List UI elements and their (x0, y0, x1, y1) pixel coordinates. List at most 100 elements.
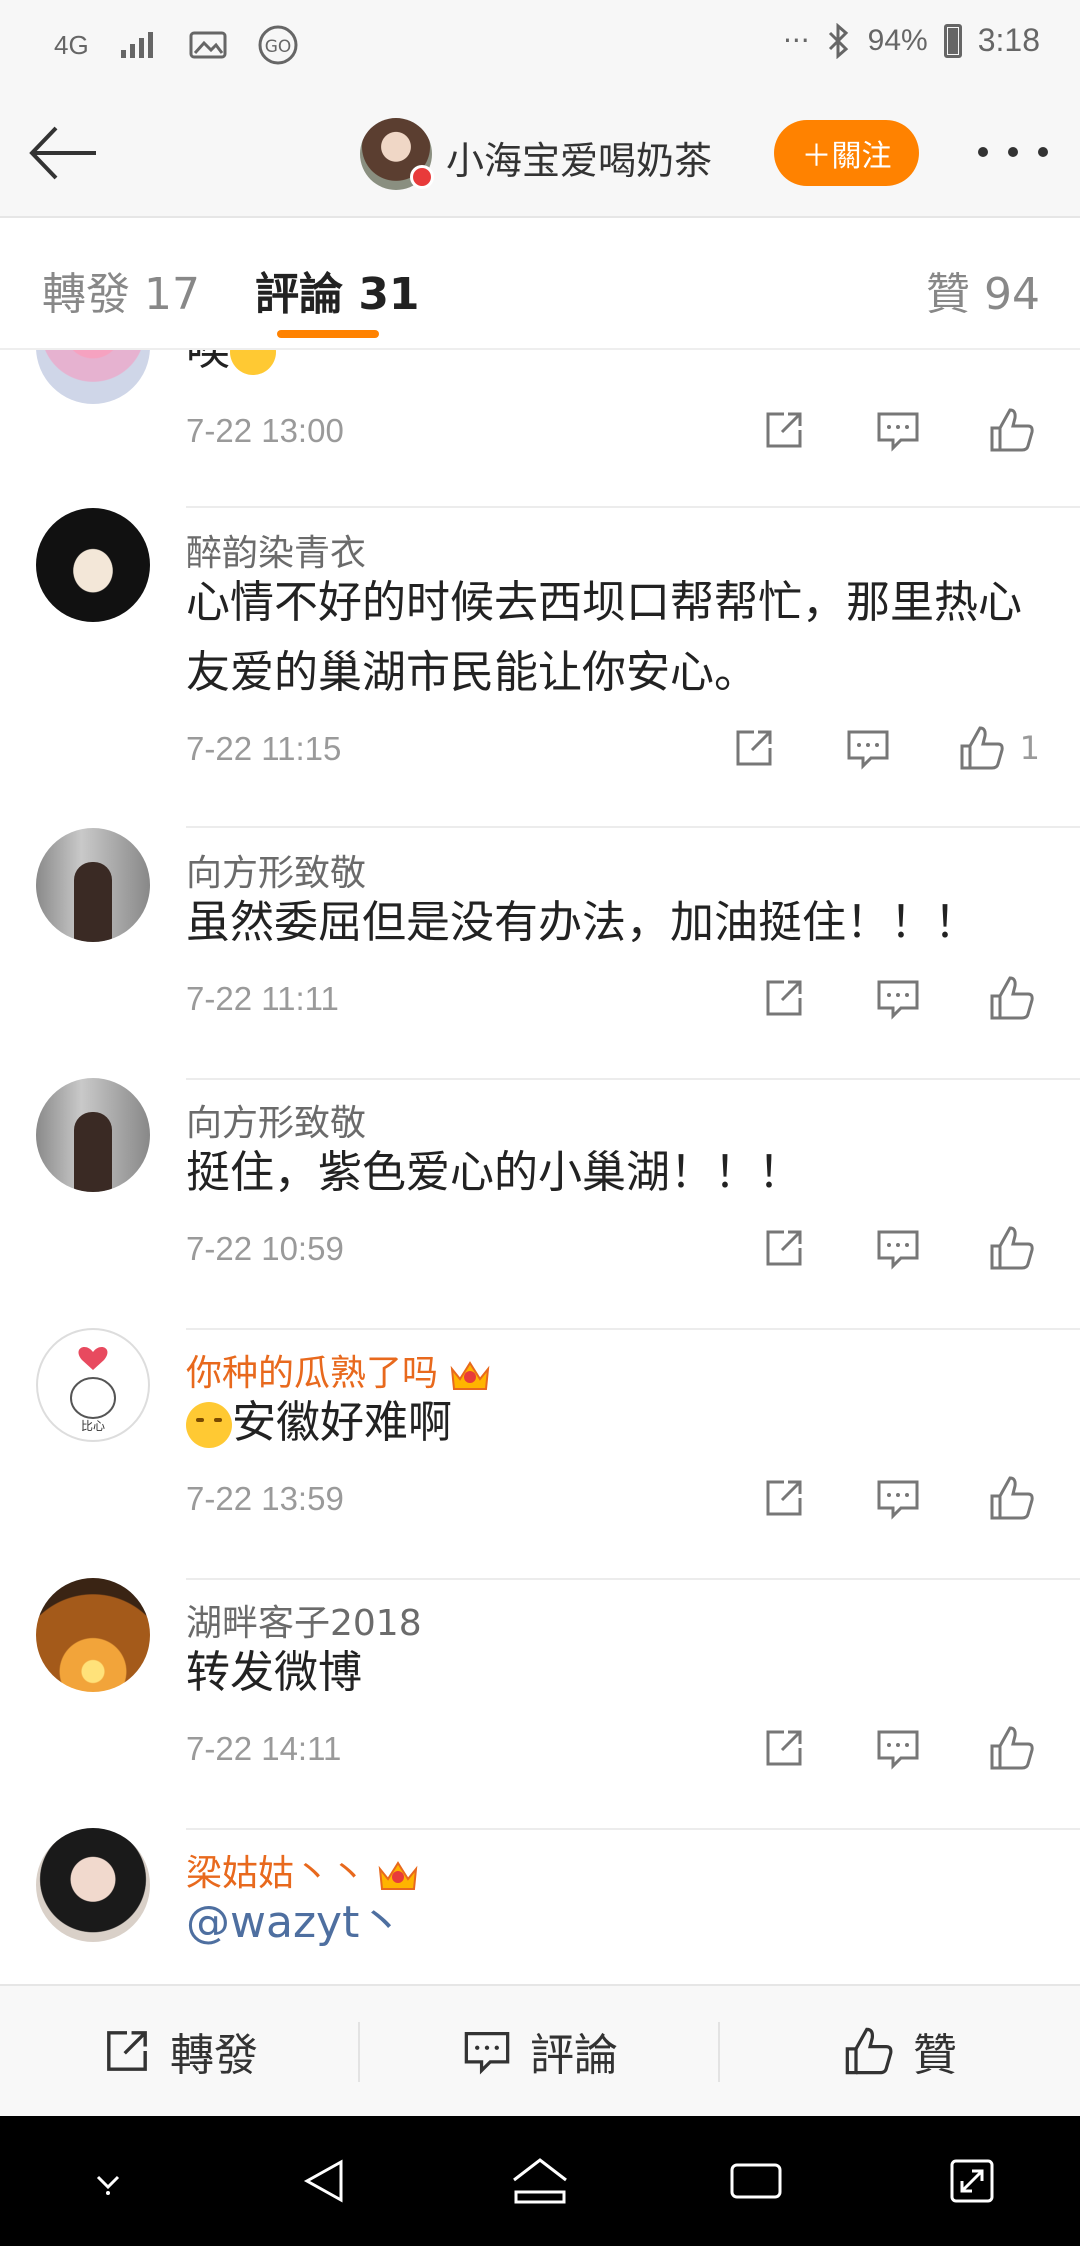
comment-mention[interactable]: @wazyt丶 (186, 1888, 1046, 1958)
image-icon (189, 31, 227, 59)
home-nav-button[interactable] (505, 2146, 575, 2216)
share-icon (107, 2031, 147, 2071)
status-bar: 4G GO ··· 94% 3:18 (0, 0, 1080, 90)
comment-icon (877, 980, 919, 1020)
share-button[interactable] (756, 1720, 812, 1776)
reply-button[interactable] (870, 402, 926, 458)
comment-text: 转发微博 (186, 1647, 362, 1698)
home-icon (513, 2158, 567, 2204)
header-username[interactable]: 小海宝爱喝奶茶 (446, 130, 712, 185)
tab-likes[interactable]: 贊 94 (926, 258, 1040, 322)
back-button[interactable] (24, 118, 104, 188)
comment-divider (186, 1828, 1080, 1830)
hide-keyboard-button[interactable] (73, 2146, 143, 2216)
svg-text:比心: 比心 (81, 1419, 105, 1433)
comment-time: 7-22 11:11 (186, 980, 339, 1017)
like-button[interactable] (984, 1220, 1040, 1276)
thumbs-up-icon (990, 976, 1034, 1020)
share-icon (766, 1480, 802, 1516)
commenter-avatar[interactable] (36, 1578, 150, 1692)
comment-button[interactable]: 評論 (360, 1986, 720, 2116)
comment-actions (756, 1720, 1040, 1776)
repost-button[interactable]: 轉發 (0, 1986, 360, 2116)
clock: 3:18 (977, 22, 1040, 58)
comment-icon (847, 730, 889, 770)
share-button[interactable] (756, 402, 812, 458)
like-count: 1 (1019, 729, 1040, 767)
reply-button[interactable] (870, 1470, 926, 1526)
follow-button[interactable]: ＋關注 (774, 120, 919, 186)
go-icon: GO (258, 25, 298, 65)
top-header: 小海宝爱喝奶茶 ＋關注 (0, 90, 1080, 218)
share-button[interactable] (756, 970, 812, 1026)
reply-button[interactable] (840, 720, 896, 776)
share-icon (766, 980, 802, 1016)
thumbs-up-icon (960, 726, 1004, 770)
app-root: 4G GO ··· 94% 3:18 小海宝爱喝奶茶 ＋關注 轉發 17 評論 … (0, 0, 1080, 2246)
battery-percent: 94% (867, 23, 928, 57)
share-button[interactable] (756, 1470, 812, 1526)
reply-button[interactable] (870, 970, 926, 1026)
chevron-down-icon (96, 2175, 120, 2195)
comment-divider (186, 1328, 1080, 1330)
comment-actions (756, 1220, 1040, 1276)
expand-icon (950, 2159, 994, 2203)
tab-bar: 轉發 17 評論 31 贊 94 (0, 218, 1080, 350)
recents-icon (730, 2163, 782, 2199)
sad-emoji-icon (230, 350, 276, 375)
thumbs-up-icon (845, 2027, 893, 2075)
comment-icon (877, 1230, 919, 1270)
commenter-avatar[interactable] (36, 350, 150, 404)
share-button[interactable] (756, 1220, 812, 1276)
comment-divider (186, 506, 1080, 508)
comment-divider (186, 1578, 1080, 1580)
comment-divider (186, 1078, 1080, 1080)
dots-icon: ··· (782, 24, 810, 57)
share-icon (766, 1730, 802, 1766)
active-tab-indicator (277, 330, 379, 338)
like-button[interactable] (984, 1470, 1040, 1526)
commenter-avatar[interactable] (36, 828, 150, 942)
like-label: 贊 (913, 2030, 957, 2081)
commenter-avatar[interactable] (36, 1828, 150, 1942)
like-button[interactable] (954, 720, 1010, 776)
thumbs-up-icon (990, 1226, 1034, 1270)
commenter-avatar[interactable] (36, 508, 150, 622)
expand-nav-button[interactable] (937, 2146, 1007, 2216)
back-triangle-icon (303, 2159, 343, 2203)
comment-actions (756, 1470, 1040, 1526)
tab-reposts[interactable]: 轉發 17 (42, 258, 200, 322)
comment-divider (186, 826, 1080, 828)
recents-nav-button[interactable] (721, 2146, 791, 2216)
like-button[interactable] (984, 402, 1040, 458)
back-nav-button[interactable] (289, 2146, 359, 2216)
bluetooth-icon (828, 22, 848, 59)
more-options-button[interactable] (978, 132, 1048, 172)
like-button[interactable] (984, 970, 1040, 1026)
tab-comments[interactable]: 評論 31 (255, 258, 420, 322)
signal-icon (120, 32, 153, 58)
bunny-heart-icon: 比心 (70, 1346, 116, 1433)
share-icon (766, 412, 802, 448)
reply-button[interactable] (870, 1220, 926, 1276)
share-button[interactable] (726, 720, 782, 776)
comment-label: 評論 (530, 2030, 618, 2081)
back-arrow-icon (29, 126, 96, 180)
network-indicator: 4G (54, 29, 89, 60)
comment-time: 7-22 13:00 (186, 412, 344, 449)
comment-actions (756, 402, 1040, 458)
thumbs-up-icon (990, 408, 1034, 452)
comment-time: 7-22 13:59 (186, 1480, 344, 1517)
commenter-avatar[interactable] (36, 1078, 150, 1192)
thumbs-up-icon (990, 1476, 1034, 1520)
comment-list[interactable]: 唉 7-22 13:00 醉韵染青衣 心情不好的时候去西坝口帮帮忙，那里热心友爱… (0, 350, 1080, 1984)
comment-text: 虽然委屈但是没有办法，加油挺住！！！ (186, 897, 978, 948)
reply-button[interactable] (870, 1720, 926, 1776)
comment-icon (877, 1730, 919, 1770)
like-button[interactable] (984, 1720, 1040, 1776)
commenter-avatar[interactable]: 比心 (36, 1328, 150, 1442)
like-post-button[interactable]: 贊 (720, 1986, 1080, 2116)
comment-text: 唉 (186, 350, 1046, 385)
thumbs-up-icon (990, 1726, 1034, 1770)
repost-label: 轉發 (170, 2030, 258, 2081)
